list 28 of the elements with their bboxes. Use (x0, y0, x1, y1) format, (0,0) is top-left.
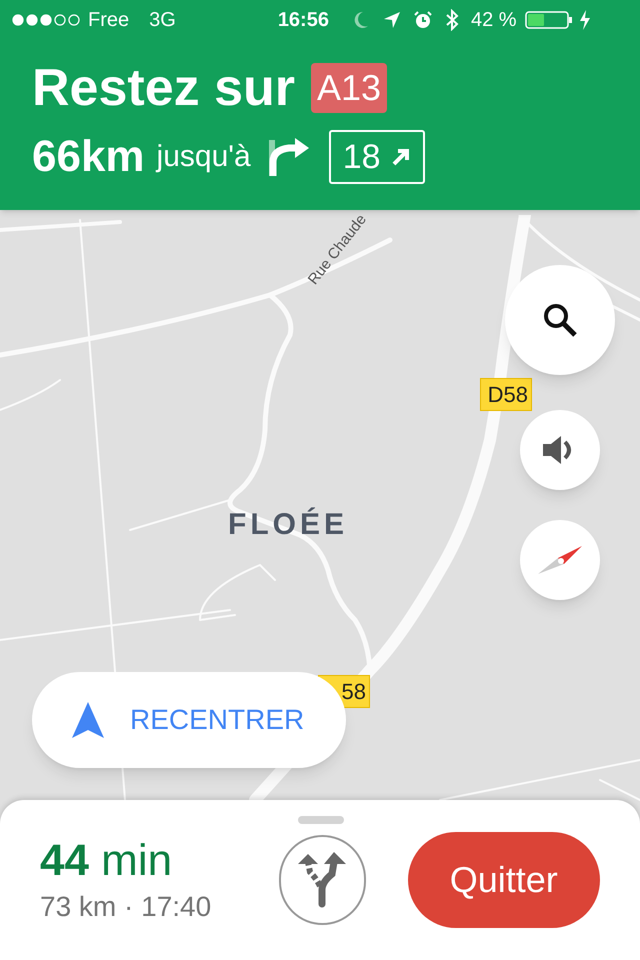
turn-right-icon (266, 136, 309, 178)
moon-icon (352, 11, 369, 29)
charging-bolt-icon (578, 10, 591, 30)
clock-text: 16:56 (278, 8, 329, 33)
bluetooth-icon (444, 9, 459, 31)
compass-icon (538, 544, 582, 576)
quit-button[interactable]: Quitter (408, 832, 600, 928)
distance-text: 66km (32, 135, 145, 179)
carrier-text: Free (88, 8, 130, 33)
navigation-arrow-icon (72, 702, 104, 738)
duration-text: 44 min (40, 839, 174, 883)
motorway-label: A13 (311, 63, 388, 113)
road-number-label: D58 (480, 378, 532, 411)
battery-percent-text: 42 % (470, 8, 517, 33)
battery-icon (524, 10, 573, 30)
up-right-arrow-icon (390, 147, 411, 167)
network-text: 3G (149, 8, 176, 33)
search-icon (542, 302, 578, 338)
alternate-routes-button[interactable] (278, 835, 366, 925)
alarm-clock-icon (412, 10, 433, 30)
location-arrow-icon (382, 11, 401, 29)
drag-handle[interactable] (298, 816, 344, 824)
until-text: jusqu'à (156, 142, 251, 172)
instruction-text: Restez sur (32, 62, 295, 114)
signal-icon (12, 14, 82, 26)
route-fork-icon (296, 852, 348, 908)
exit-sign: 18 (328, 130, 425, 184)
trip-details-text: 73 km · 17:40 (40, 893, 212, 921)
